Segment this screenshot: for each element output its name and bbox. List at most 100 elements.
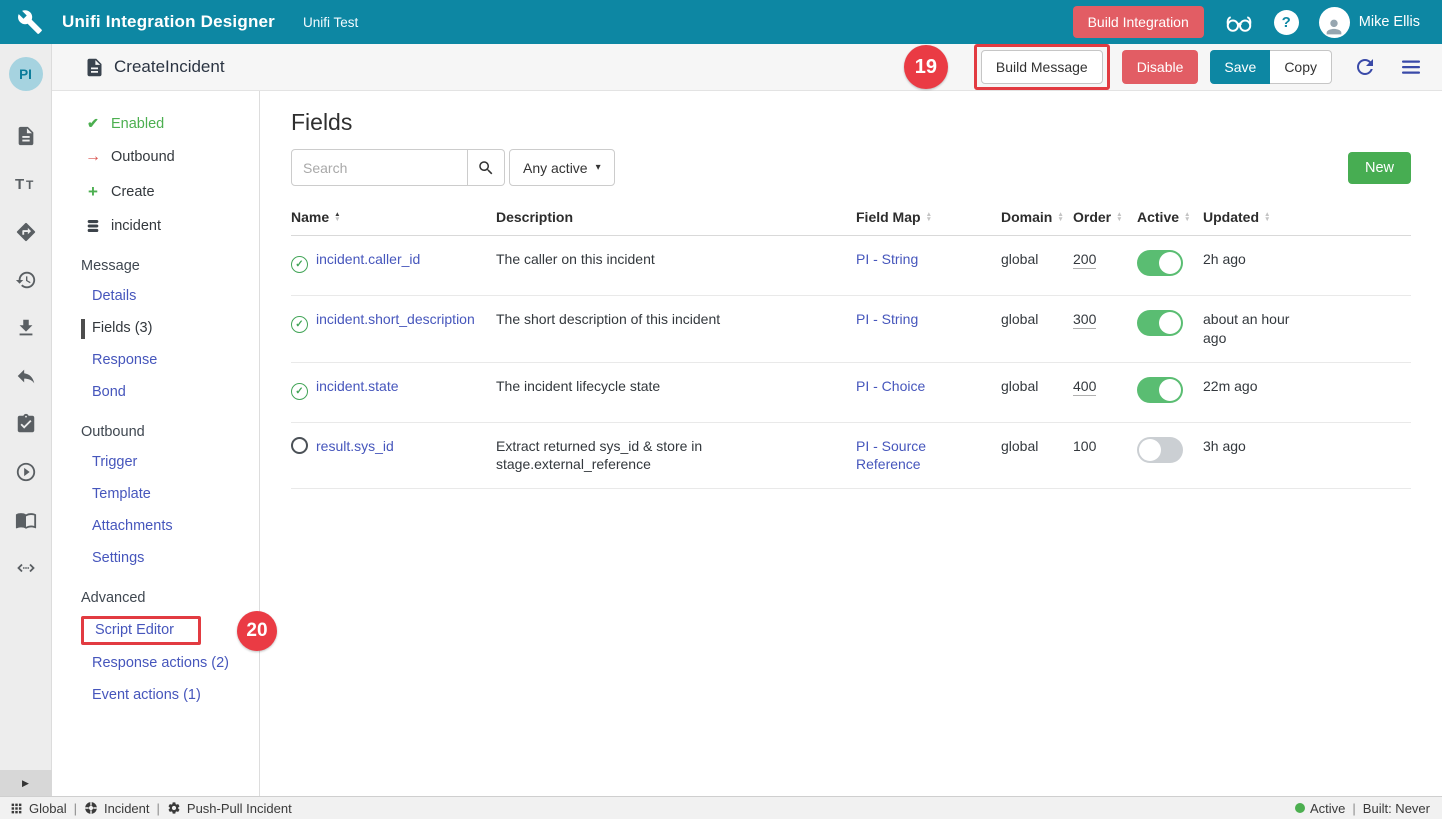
build-message-button[interactable]: Build Message (981, 50, 1103, 84)
text-format-icon[interactable]: TT (14, 172, 38, 196)
sidebar-item-settings[interactable]: Settings (52, 542, 259, 574)
sidebar-item-fields[interactable]: Fields (3) (52, 312, 259, 344)
user-avatar-icon (1319, 7, 1350, 38)
table-row: incident.state The incident lifecycle st… (291, 363, 1411, 423)
field-status-icon (291, 256, 308, 273)
sidebar-item-label: Create (111, 184, 155, 200)
sidebar-item-outbound[interactable]: → Outbound (52, 140, 259, 174)
status-right: Active | Built: Never (1295, 801, 1430, 816)
sidebar-item-label: Fields (3) (92, 320, 152, 336)
refresh-icon[interactable] (1352, 54, 1378, 80)
table-indicator[interactable]: Incident (84, 801, 150, 816)
sidebar-item-response-actions[interactable]: Response actions (2) (52, 647, 259, 679)
code-icon[interactable] (14, 556, 38, 580)
history-icon[interactable] (14, 268, 38, 292)
help-icon[interactable]: ? (1274, 10, 1299, 35)
field-updated: 2h ago (1203, 250, 1246, 269)
status-label: Active (1310, 801, 1345, 816)
field-map-link[interactable]: PI - Choice (856, 378, 925, 394)
field-name-link[interactable]: incident.caller_id (316, 251, 420, 267)
icon-rail: PI TT ▶ (0, 44, 52, 796)
field-order[interactable]: 400 (1073, 378, 1096, 396)
workspace-name[interactable]: Unifi Test (303, 15, 358, 30)
directions-icon[interactable] (14, 220, 38, 244)
glasses-icon[interactable] (1224, 11, 1254, 33)
expand-sidebar-button[interactable]: ▶ (0, 770, 52, 796)
sidebar-item-event-actions[interactable]: Event actions (1) (52, 679, 259, 711)
sidebar-item-attachments[interactable]: Attachments (52, 510, 259, 542)
tasks-icon[interactable] (14, 412, 38, 436)
toggle-knob (1159, 312, 1181, 334)
column-header-active[interactable]: Active▲▼ (1137, 209, 1203, 225)
page-title: CreateIncident (114, 57, 225, 77)
scope-label: Global (29, 801, 67, 816)
column-header-field-map[interactable]: Field Map▲▼ (856, 209, 1001, 225)
field-name-link[interactable]: incident.short_description (316, 311, 475, 327)
annotation-step-19: 19 (904, 45, 948, 89)
sidebar-item-create[interactable]: + Create (52, 174, 259, 210)
table-header: Name▲▼ Description▲▼ Field Map▲▼ Domain▲… (291, 203, 1411, 236)
script-editor-row: Script Editor 20 (81, 616, 259, 645)
play-circle-icon[interactable] (14, 460, 38, 484)
field-map-link[interactable]: PI - Source Reference (856, 438, 926, 473)
body-row: PI TT ▶ Crea (0, 44, 1442, 796)
active-toggle[interactable] (1137, 310, 1183, 336)
field-map-link[interactable]: PI - String (856, 311, 918, 327)
sidebar-item-enabled[interactable]: ✔ Enabled (52, 107, 259, 140)
field-name-link[interactable]: incident.state (316, 378, 399, 394)
field-domain: global (1001, 363, 1073, 422)
sidebar-item-label: Outbound (111, 149, 175, 165)
build-integration-button[interactable]: Build Integration (1073, 6, 1204, 38)
menu-icon[interactable] (1398, 54, 1424, 80)
search-button[interactable] (468, 149, 505, 186)
active-toggle[interactable] (1137, 377, 1183, 403)
sidebar: ✔ Enabled → Outbound + Create (52, 91, 260, 796)
search-icon (477, 159, 495, 177)
field-name-link[interactable]: result.sys_id (316, 438, 394, 454)
download-icon[interactable] (14, 316, 38, 340)
sidebar-item-script-editor[interactable]: Script Editor (95, 622, 174, 638)
column-header-order[interactable]: Order▲▼ (1073, 209, 1137, 225)
active-filter-dropdown[interactable]: Any active ▾ (509, 149, 615, 186)
sidebar-item-incident[interactable]: incident (52, 210, 259, 242)
rail-icon-list: TT (14, 124, 38, 580)
process-indicator[interactable]: Push-Pull Incident (167, 801, 292, 816)
field-domain: global (1001, 296, 1073, 362)
save-button[interactable]: Save (1210, 50, 1270, 84)
integration-badge[interactable]: PI (9, 57, 43, 91)
sidebar-item-template[interactable]: Template (52, 478, 259, 510)
active-toggle[interactable] (1137, 250, 1183, 276)
copy-button[interactable]: Copy (1270, 50, 1332, 84)
disable-button[interactable]: Disable (1122, 50, 1199, 84)
search-input[interactable] (291, 149, 468, 186)
column-header-name[interactable]: Name▲▼ (291, 209, 496, 225)
document-icon[interactable] (14, 124, 38, 148)
sidebar-item-bond[interactable]: Bond (52, 376, 259, 408)
plus-icon: + (85, 182, 101, 202)
sidebar-section-message: Message (52, 242, 259, 280)
active-toggle[interactable] (1137, 437, 1183, 463)
sort-icon: ▲▼ (1184, 212, 1190, 222)
arrow-right-icon: → (85, 148, 101, 166)
field-order[interactable]: 300 (1073, 311, 1096, 329)
scope-indicator[interactable]: Global (10, 801, 67, 816)
user-name: Mike Ellis (1359, 14, 1420, 30)
column-header-description[interactable]: Description▲▼ (496, 209, 856, 225)
field-description: The caller on this incident (496, 236, 856, 295)
status-dot-icon (1295, 803, 1305, 813)
gear-icon (167, 801, 181, 815)
column-header-updated[interactable]: Updated▲▼ (1203, 209, 1411, 225)
reply-icon[interactable] (14, 364, 38, 388)
sidebar-item-trigger[interactable]: Trigger (52, 446, 259, 478)
field-order[interactable]: 100 (1073, 438, 1096, 454)
top-navbar: Unifi Integration Designer Unifi Test Bu… (0, 0, 1442, 44)
book-icon[interactable] (14, 508, 38, 532)
column-header-domain[interactable]: Domain▲▼ (1001, 209, 1073, 225)
user-menu[interactable]: Mike Ellis (1319, 7, 1420, 38)
field-map-link[interactable]: PI - String (856, 251, 918, 267)
new-button[interactable]: New (1348, 152, 1411, 184)
sidebar-item-details[interactable]: Details (52, 280, 259, 312)
sidebar-item-response[interactable]: Response (52, 344, 259, 376)
annotation-box-build-message: Build Message (974, 44, 1110, 90)
field-order[interactable]: 200 (1073, 251, 1096, 269)
